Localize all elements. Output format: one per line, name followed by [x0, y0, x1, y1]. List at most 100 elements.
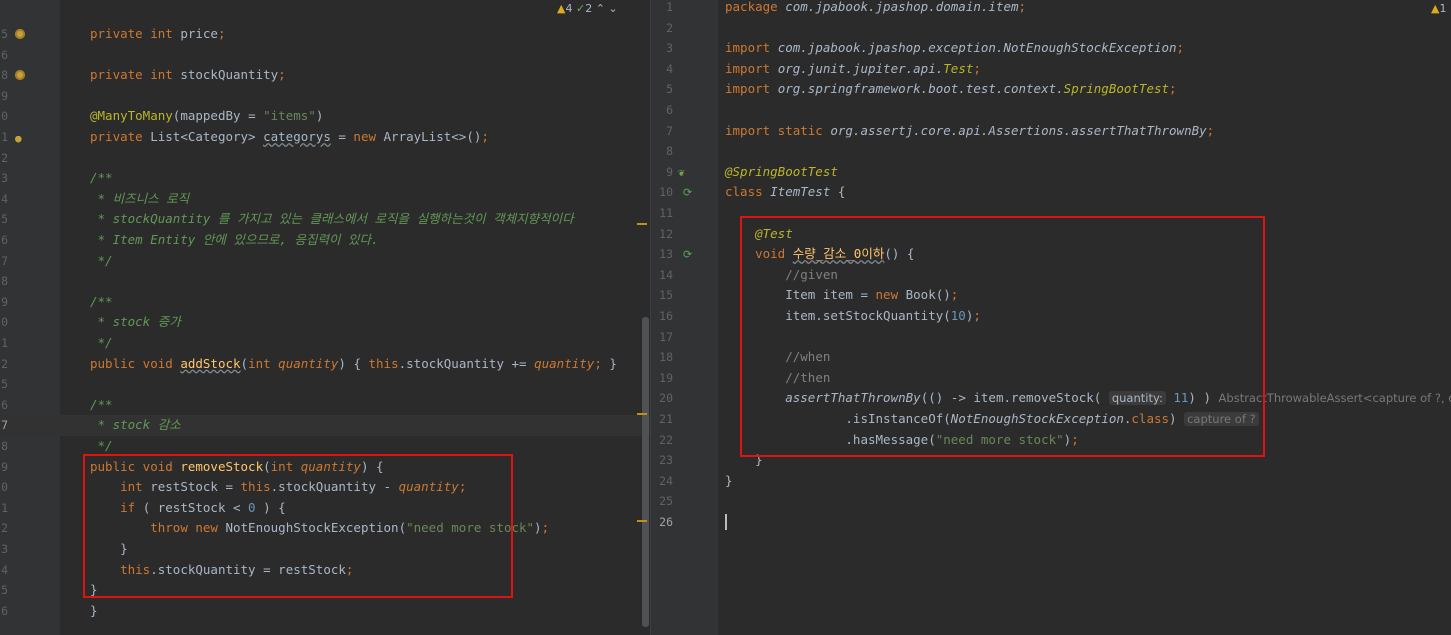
line-number[interactable]: 22	[651, 430, 673, 451]
code-text[interactable]: private List<Category> categorys = new A…	[90, 127, 489, 148]
code-text[interactable]: import org.junit.jupiter.api.Test;	[725, 59, 981, 80]
line-number[interactable]: 1	[0, 333, 8, 354]
code-text[interactable]: private int price;	[90, 24, 225, 45]
line-number[interactable]: 7	[0, 251, 8, 272]
line-number[interactable]: 5	[0, 580, 8, 601]
code-line[interactable]: 5 * stockQuantity 를 가지고 있는 클래스에서 로직을 실행하…	[0, 209, 650, 230]
code-line[interactable]: 9 @SpringBootTest	[651, 162, 1451, 183]
line-number[interactable]: 4	[651, 59, 673, 80]
line-number[interactable]: 6	[0, 45, 8, 66]
line-number[interactable]: 6	[0, 395, 8, 416]
line-number[interactable]: 12	[651, 224, 673, 245]
line-number[interactable]: 17	[651, 327, 673, 348]
line-number[interactable]: 19	[651, 368, 673, 389]
line-number[interactable]: 9	[651, 162, 673, 183]
error-stripe-marker[interactable]	[637, 223, 647, 225]
line-number[interactable]: 1	[0, 498, 8, 519]
inspection-widget[interactable]: ▲4 ✓2 ⌃ ⌄	[557, 2, 618, 15]
line-number[interactable]: 9	[0, 457, 8, 478]
error-stripe-marker[interactable]	[637, 520, 647, 522]
line-number[interactable]: 7	[651, 121, 673, 142]
code-text[interactable]: import com.jpabook.jpashop.exception.Not…	[725, 38, 1184, 59]
code-line[interactable]: 5	[0, 374, 650, 395]
line-number[interactable]: 9	[0, 86, 8, 107]
line-number[interactable]: 8	[0, 65, 8, 86]
line-number[interactable]: 3	[0, 168, 8, 189]
line-number[interactable]: 25	[651, 491, 673, 512]
code-line[interactable]: 7 */	[0, 251, 650, 272]
code-text[interactable]: * stockQuantity 를 가지고 있는 클래스에서 로직을 실행하는것…	[90, 209, 574, 230]
line-number[interactable]: 6	[651, 100, 673, 121]
code-text[interactable]: */	[90, 333, 113, 354]
code-line[interactable]: 3 /**	[0, 168, 650, 189]
code-line[interactable]: 5 import org.springframework.boot.test.co…	[651, 79, 1451, 100]
line-number[interactable]: 5	[0, 374, 8, 395]
code-line[interactable]: 7 * stock 감소	[0, 415, 650, 436]
line-number[interactable]: 8	[0, 436, 8, 457]
code-text[interactable]: class ItemTest {	[725, 182, 845, 203]
line-number[interactable]: 18	[651, 347, 673, 368]
line-number[interactable]: 8	[0, 271, 8, 292]
code-text[interactable]: import static org.assertj.core.api.Asser…	[725, 121, 1214, 142]
code-line[interactable]: 0 * stock 증가	[0, 312, 650, 333]
code-line[interactable]: 26	[651, 512, 1451, 533]
line-number[interactable]: 15	[651, 285, 673, 306]
code-line[interactable]: 9	[0, 86, 650, 107]
code-line[interactable]: 9 /**	[0, 292, 650, 313]
line-number[interactable]: 1	[0, 127, 8, 148]
line-number[interactable]: 9	[0, 292, 8, 313]
line-number[interactable]: 7	[0, 415, 8, 436]
code-text[interactable]: * Item Entity 안에 있으므로, 응집력이 있다.	[90, 230, 379, 251]
code-line[interactable]: 8	[651, 141, 1451, 162]
line-number[interactable]: 2	[0, 518, 8, 539]
line-number[interactable]: 2	[0, 148, 8, 169]
code-line[interactable]: 6	[0, 45, 650, 66]
code-text[interactable]: package com.jpabook.jpashop.domain.item;	[725, 0, 1026, 18]
line-number[interactable]: 10	[651, 182, 673, 203]
line-number[interactable]: 4	[0, 560, 8, 581]
line-number[interactable]: 26	[651, 512, 673, 533]
code-text[interactable]: public void addStock(int quantity) { thi…	[90, 354, 617, 375]
line-number[interactable]: 5	[0, 209, 8, 230]
line-number[interactable]: 0	[0, 106, 8, 127]
code-line[interactable]: 6 /**	[0, 395, 650, 416]
line-number[interactable]: 3	[0, 539, 8, 560]
line-number[interactable]: 23	[651, 450, 673, 471]
line-number[interactable]: 6	[0, 601, 8, 622]
line-number[interactable]: 4	[0, 189, 8, 210]
code-line[interactable]: 3 import com.jpabook.jpashop.exception.No…	[651, 38, 1451, 59]
field-icon[interactable]	[15, 29, 25, 42]
code-line[interactable]: 10 class ItemTest {	[651, 182, 1451, 203]
line-number[interactable]: 8	[651, 141, 673, 162]
code-line[interactable]: 2	[0, 148, 650, 169]
field-icon[interactable]	[15, 70, 25, 83]
code-line[interactable]: 6	[651, 100, 1451, 121]
code-text[interactable]: /**	[90, 292, 113, 313]
inspection-widget[interactable]: ▲1	[1431, 2, 1446, 15]
code-line[interactable]: 24}	[651, 471, 1451, 492]
editor-pane-itemtest[interactable]: 1 package com.jpabook.jpashop.domain.item…	[651, 0, 1451, 635]
code-text[interactable]: * stock 감소	[90, 415, 181, 436]
line-number[interactable]: 13	[651, 244, 673, 265]
code-line[interactable]: 2 public void addStock(int quantity) { th…	[0, 354, 650, 375]
code-text[interactable]: private int stockQuantity;	[90, 65, 286, 86]
code-line[interactable]: 1 */	[0, 333, 650, 354]
line-number[interactable]: 6	[0, 230, 8, 251]
code-line[interactable]: 6 * Item Entity 안에 있으므로, 응집력이 있다.	[0, 230, 650, 251]
line-number[interactable]: 16	[651, 306, 673, 327]
code-line[interactable]: 6}	[0, 601, 650, 622]
line-number[interactable]: 1	[651, 0, 673, 18]
line-number[interactable]: 11	[651, 203, 673, 224]
run-test-icon[interactable]: ⟳	[683, 248, 692, 261]
code-text[interactable]: * stock 증가	[90, 312, 181, 333]
code-line[interactable]: 4 import org.junit.jupiter.api.Test;	[651, 59, 1451, 80]
code-text[interactable]: /**	[90, 168, 113, 189]
next-highlight-icon[interactable]: ⌄	[608, 2, 617, 15]
field-link-icon[interactable]: ●	[15, 132, 22, 145]
code-line[interactable]: 5 private int price;	[0, 24, 650, 45]
code-line[interactable]: 7 import static org.assertj.core.api.Asse…	[651, 121, 1451, 142]
line-number[interactable]: 3	[651, 38, 673, 59]
line-number[interactable]: 21	[651, 409, 673, 430]
code-line[interactable]: 2	[651, 18, 1451, 39]
editor-pane-item[interactable]: 5 private int price; 6 8 private int stockQu…	[0, 0, 650, 635]
